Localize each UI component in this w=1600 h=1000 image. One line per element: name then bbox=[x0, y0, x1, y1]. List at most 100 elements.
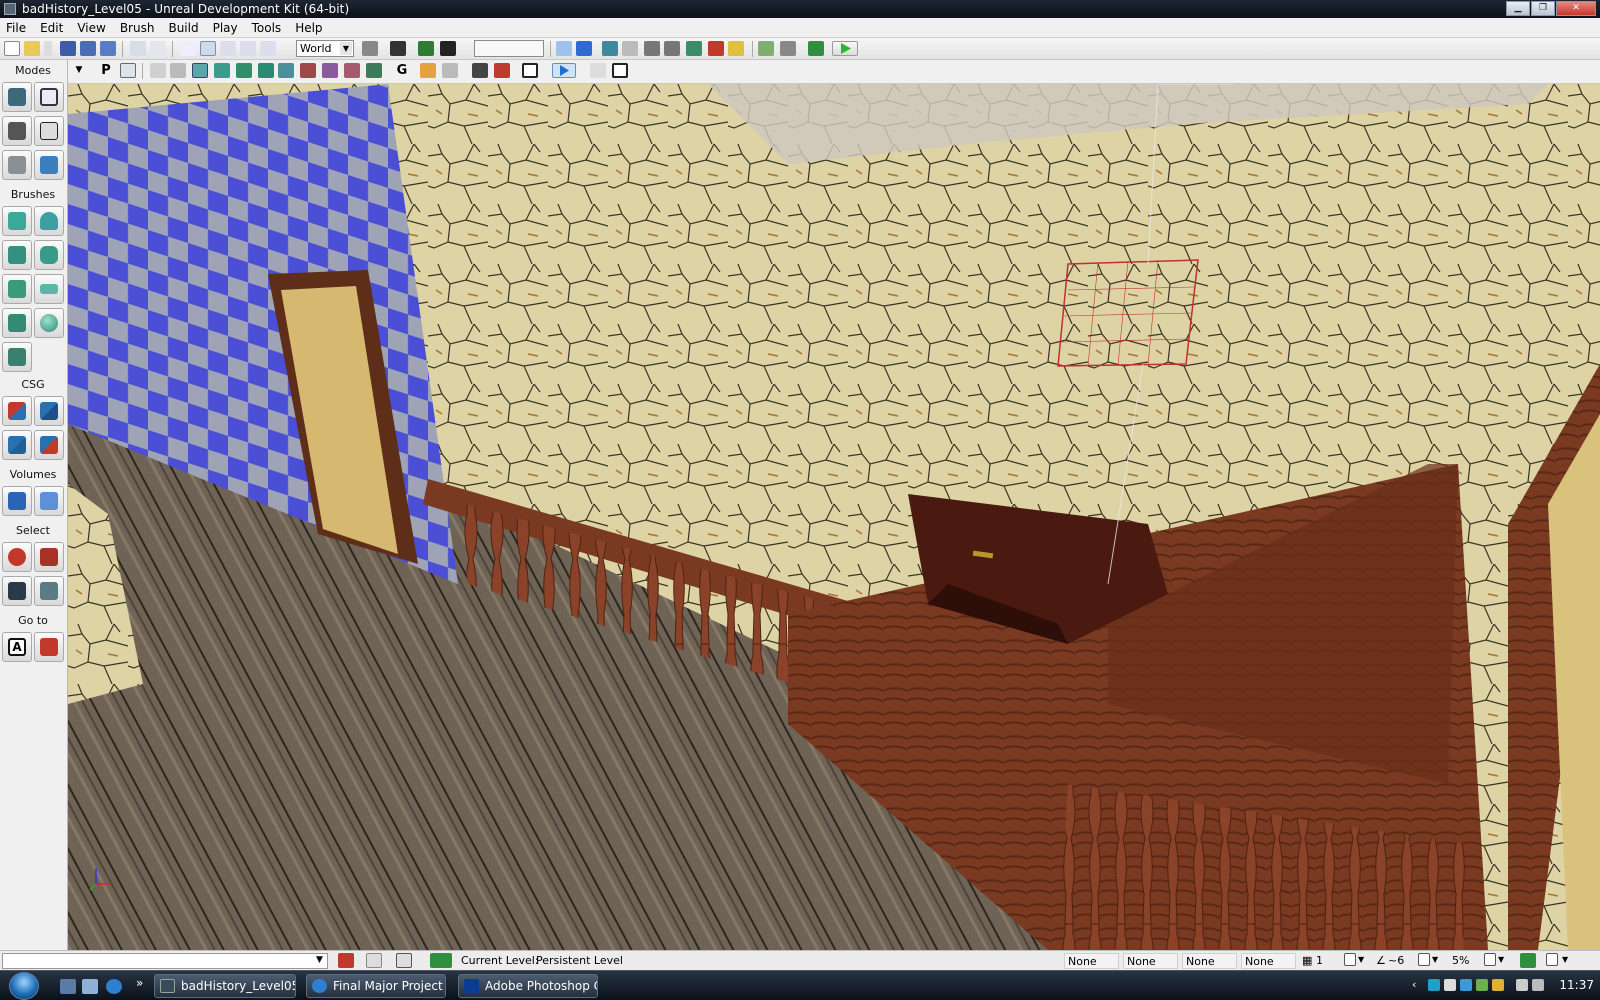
toggle-view-icon[interactable] bbox=[556, 41, 572, 56]
shader-complexity-icon[interactable] bbox=[322, 63, 338, 78]
tear-off-viewport-icon[interactable] bbox=[612, 63, 628, 78]
show-selected-button[interactable] bbox=[2, 542, 32, 572]
realtime-preview-icon[interactable] bbox=[576, 41, 592, 56]
clock[interactable]: 11:37 bbox=[1559, 978, 1594, 992]
menu-play[interactable]: Play bbox=[213, 21, 238, 35]
perspective-viewport[interactable] bbox=[68, 84, 1600, 950]
kismet-icon[interactable] bbox=[418, 41, 434, 56]
tray-language-icon[interactable] bbox=[1444, 979, 1456, 991]
wireframe-icon[interactable] bbox=[170, 63, 186, 78]
linear-stair-button[interactable] bbox=[2, 274, 32, 304]
unlit-icon[interactable] bbox=[192, 63, 208, 78]
cylinder-brush-button[interactable] bbox=[34, 240, 64, 270]
lighting-only-icon[interactable] bbox=[258, 63, 274, 78]
viewport-options-dropdown[interactable]: ▼ bbox=[72, 63, 86, 78]
csg-intersect-button[interactable] bbox=[2, 430, 32, 460]
build-cover-icon[interactable] bbox=[664, 41, 680, 56]
play-in-editor-icon[interactable] bbox=[808, 41, 824, 56]
build-lighting-icon[interactable] bbox=[622, 41, 638, 56]
build-paths-icon[interactable] bbox=[644, 41, 660, 56]
grid-snap-checkbox[interactable] bbox=[1344, 953, 1356, 966]
spiral-stair-button[interactable] bbox=[2, 308, 32, 338]
scale-snap-value[interactable]: 5% bbox=[1452, 954, 1469, 967]
csg-add-button[interactable] bbox=[2, 396, 32, 426]
volume-icon[interactable] bbox=[1532, 979, 1544, 991]
minimize-button[interactable]: ▁ bbox=[1506, 1, 1530, 16]
menu-build[interactable]: Build bbox=[168, 21, 198, 35]
close-button[interactable]: ✕ bbox=[1556, 1, 1596, 16]
static-mesh-mode-button[interactable] bbox=[34, 150, 64, 180]
geometry-mode-button[interactable] bbox=[34, 82, 64, 112]
chevron-down-icon[interactable]: ▼ bbox=[1562, 955, 1568, 964]
show-flags-icon[interactable] bbox=[442, 63, 458, 78]
lighting-quality-icon[interactable] bbox=[708, 41, 724, 56]
taskbar-item-udk[interactable]: badHistory_Level05 ... bbox=[154, 974, 296, 998]
texture-density-icon[interactable] bbox=[300, 63, 316, 78]
drag-grid-toggle-icon[interactable] bbox=[338, 953, 354, 968]
goto-actor-button[interactable]: A bbox=[2, 632, 32, 662]
sphere-brush-button[interactable] bbox=[34, 308, 64, 338]
lighting-only-lightmap-icon[interactable] bbox=[366, 63, 382, 78]
invert-selection-button[interactable] bbox=[2, 576, 32, 606]
levels-icon[interactable] bbox=[396, 953, 412, 968]
lightmap-density-icon[interactable] bbox=[344, 63, 360, 78]
current-level-browse-icon[interactable] bbox=[430, 953, 452, 968]
matinee-icon[interactable] bbox=[440, 41, 456, 56]
maximize-button[interactable]: ❐ bbox=[1531, 1, 1555, 16]
recent-dropdown-icon[interactable] bbox=[44, 41, 52, 56]
rotate-widget-icon[interactable] bbox=[220, 41, 236, 56]
brush-wireframe-icon[interactable] bbox=[150, 63, 166, 78]
camera-mode-button[interactable] bbox=[2, 82, 32, 112]
save-as-icon[interactable] bbox=[80, 41, 96, 56]
volumetric-brush-button[interactable] bbox=[2, 342, 32, 372]
save-all-icon[interactable] bbox=[100, 41, 116, 56]
play-button[interactable] bbox=[832, 41, 858, 56]
tray-display-icon[interactable] bbox=[1516, 979, 1528, 991]
rotation-snap-checkbox[interactable] bbox=[1418, 953, 1430, 966]
rotation-snap-value[interactable]: ~6 bbox=[1388, 954, 1404, 967]
tray-update-icon[interactable] bbox=[1492, 979, 1504, 991]
new-file-icon[interactable] bbox=[4, 41, 20, 56]
menu-tools[interactable]: Tools bbox=[252, 21, 282, 35]
lock-selection-icon[interactable] bbox=[420, 63, 436, 78]
cinematic-preview-icon[interactable] bbox=[472, 63, 488, 78]
chevron-down-icon[interactable]: ▼ bbox=[1358, 955, 1364, 964]
tray-app-icon[interactable] bbox=[1428, 979, 1440, 991]
lit-icon[interactable] bbox=[214, 63, 230, 78]
camera-speed-icon[interactable] bbox=[590, 63, 606, 78]
perspective-view-button[interactable]: P bbox=[98, 63, 114, 78]
search-actors-icon[interactable] bbox=[362, 41, 378, 56]
add-volume-button[interactable] bbox=[2, 486, 32, 516]
udk-app-icon[interactable] bbox=[4, 3, 16, 15]
light-bulb-icon[interactable] bbox=[728, 41, 744, 56]
taskbar-item-photoshop[interactable]: Adobe Photoshop C... bbox=[458, 974, 598, 998]
tray-antivirus-icon[interactable] bbox=[1476, 979, 1488, 991]
nonuniform-scale-icon[interactable] bbox=[260, 41, 276, 56]
menu-help[interactable]: Help bbox=[295, 21, 322, 35]
curved-stair-button[interactable] bbox=[2, 240, 32, 270]
coordinate-system-select[interactable]: World ▼ bbox=[296, 40, 354, 57]
show-all-button[interactable] bbox=[34, 576, 64, 606]
scale-snap-checkbox[interactable] bbox=[1484, 953, 1496, 966]
detail-lighting-icon[interactable] bbox=[236, 63, 252, 78]
game-view-button[interactable]: G bbox=[394, 63, 410, 78]
add-special-brush-button[interactable] bbox=[34, 486, 64, 516]
cone-brush-button[interactable] bbox=[34, 206, 64, 236]
play-in-viewport-icon[interactable] bbox=[758, 41, 774, 56]
taskbar-item-browser[interactable]: Final Major Project ... bbox=[306, 974, 446, 998]
grid-size-value[interactable]: 1 bbox=[1316, 954, 1323, 967]
mesh-paint-button[interactable] bbox=[2, 150, 32, 180]
select-cursor-icon[interactable] bbox=[180, 41, 196, 56]
autosave-icon[interactable] bbox=[1520, 953, 1536, 968]
play-in-viewport-button[interactable] bbox=[552, 63, 576, 78]
texture-alignment-button[interactable] bbox=[34, 116, 64, 146]
tray-expand-icon[interactable]: ‹ bbox=[1412, 978, 1416, 991]
scale-widget-icon[interactable] bbox=[240, 41, 256, 56]
undo-icon[interactable] bbox=[130, 41, 146, 56]
play-on-console-icon[interactable] bbox=[780, 41, 796, 56]
content-browser-icon[interactable] bbox=[390, 41, 406, 56]
terrain-mode-button[interactable] bbox=[2, 116, 32, 146]
rotation-grid-toggle-icon[interactable] bbox=[366, 953, 382, 968]
redo-icon[interactable] bbox=[150, 41, 166, 56]
internet-explorer-icon[interactable] bbox=[106, 979, 122, 994]
